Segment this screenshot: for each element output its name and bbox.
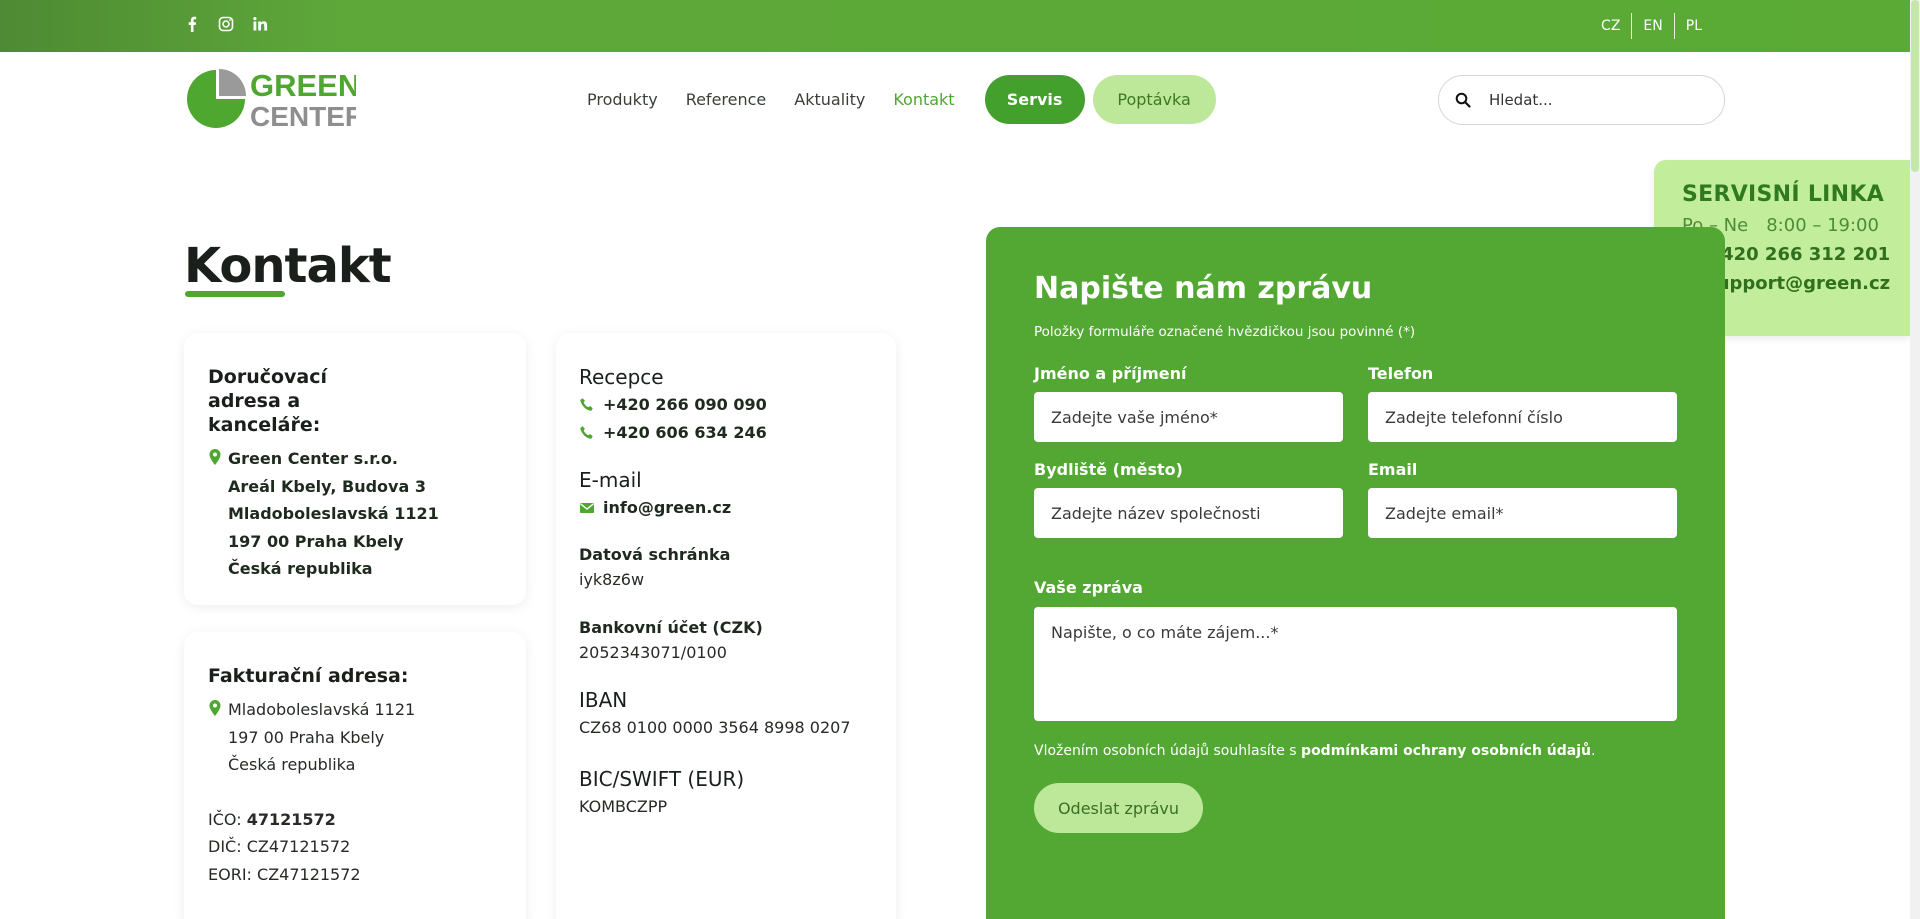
- delivery-line: Česká republika: [228, 559, 373, 578]
- city-input[interactable]: [1034, 488, 1343, 538]
- eori-row: EORI: CZ47121572: [208, 864, 361, 884]
- servis-button[interactable]: Servis: [984, 75, 1085, 124]
- language-switcher: CZ EN PL: [1590, 13, 1713, 39]
- email-input[interactable]: [1368, 488, 1677, 538]
- message-textarea[interactable]: [1034, 607, 1677, 721]
- reception-title: Recepce: [579, 365, 664, 389]
- contact-email[interactable]: info@green.cz: [579, 498, 873, 517]
- form-title: Napište nám zprávu: [1034, 271, 1373, 306]
- envelope-icon: [580, 502, 594, 513]
- ico-value: 47121572: [246, 809, 336, 829]
- search-box: [1438, 75, 1725, 125]
- phone-icon: [580, 425, 593, 439]
- billing-title: Fakturační adresa:: [208, 665, 409, 687]
- billing-line: 197 00 Praha Kbely: [228, 727, 385, 747]
- phone-field-group: Telefon: [1368, 364, 1677, 442]
- consent-end: .: [1590, 743, 1596, 759]
- submit-button[interactable]: Odeslat zprávu: [1034, 783, 1203, 833]
- linkedin-icon[interactable]: [252, 16, 268, 32]
- nav-kontakt[interactable]: Kontakt: [893, 76, 954, 124]
- bank-label: Bankovní účet (CZK): [579, 618, 763, 637]
- name-input[interactable]: [1034, 392, 1343, 442]
- consent-prefix: Vložením osobních údajů souhlasíte s: [1034, 743, 1302, 759]
- green-center-logo[interactable]: GREEN CENTER: [186, 66, 356, 132]
- title-underline: [185, 291, 285, 297]
- billing-address: Mladoboleslavská 1121 197 00 Praha Kbely…: [208, 696, 502, 779]
- page-title: Kontakt: [184, 238, 392, 294]
- location-pin-icon: [209, 700, 221, 716]
- main-nav: Produkty Reference Aktuality Kontakt Ser…: [587, 75, 1216, 124]
- delivery-line: 197 00 Praha Kbely: [228, 531, 404, 551]
- form-fields: Jméno a příjmení Telefon Bydliště (město…: [1034, 364, 1677, 538]
- iban-value: CZ68 0100 0000 3564 8998 0207: [579, 718, 851, 737]
- city-field-group: Bydliště (město): [1034, 460, 1343, 538]
- search-input[interactable]: [1489, 91, 1709, 109]
- lang-pl[interactable]: PL: [1675, 13, 1713, 39]
- logo-green-text: GREEN: [250, 68, 356, 103]
- nav-aktuality[interactable]: Aktuality: [794, 76, 865, 124]
- billing-line: Mladoboleslavská 1121: [228, 700, 416, 719]
- logo-center-text: CENTER: [250, 101, 356, 132]
- service-phone-text: +420 266 312 201: [1706, 244, 1891, 265]
- delivery-address-card: Doručovací adresa a kanceláře: Green Cen…: [184, 333, 526, 605]
- name-field-group: Jméno a příjmení: [1034, 364, 1343, 442]
- databox-value: iyk8z6w: [579, 570, 645, 589]
- city-label: Bydliště (město): [1034, 460, 1183, 479]
- email-title: E-mail: [579, 468, 642, 492]
- reception-phone-2[interactable]: +420 606 634 246: [579, 423, 873, 442]
- delivery-line: Mladoboleslavská 1121: [228, 504, 439, 523]
- billing-line: Česká republika: [228, 755, 356, 774]
- phone-text: +420 266 090 090: [603, 395, 767, 414]
- lang-cz[interactable]: CZ: [1590, 13, 1631, 39]
- lang-en[interactable]: EN: [1632, 13, 1673, 39]
- reception-phone-1[interactable]: +420 266 090 090: [579, 395, 873, 414]
- bic-value: KOMBCZPP: [579, 797, 668, 816]
- scrollbar-thumb[interactable]: [1911, 0, 1919, 172]
- service-time: 8:00 – 19:00: [1766, 215, 1879, 236]
- contacts-card: Recepce +420 266 090 090 +420 606 634 24…: [556, 333, 896, 919]
- dic-row: DIČ: CZ47121572: [208, 837, 351, 856]
- phone-input[interactable]: [1368, 392, 1677, 442]
- top-bar: CZ EN PL: [0, 0, 1910, 52]
- iban-title: IBAN: [579, 688, 628, 712]
- facebook-icon[interactable]: [184, 16, 200, 32]
- message-label: Vaše zpráva: [1034, 578, 1143, 597]
- location-pin-icon: [209, 449, 221, 465]
- nav-reference[interactable]: Reference: [686, 76, 767, 124]
- poptavka-button[interactable]: Poptávka: [1092, 75, 1216, 124]
- bic-title: BIC/SWIFT (EUR): [579, 767, 745, 791]
- billing-address-card: Fakturační adresa: Mladoboleslavská 1121…: [184, 632, 526, 919]
- search-icon: [1455, 92, 1471, 108]
- email-field-group: Email: [1368, 460, 1677, 538]
- email-text: info@green.cz: [603, 498, 732, 517]
- delivery-address: Green Center s.r.o. Areál Kbely, Budova …: [208, 445, 502, 583]
- delivery-line: Green Center s.r.o.: [228, 449, 398, 468]
- phone-text: +420 606 634 246: [603, 423, 767, 442]
- consent-text: Vložením osobních údajů souhlasíte s pod…: [1034, 743, 1677, 759]
- ico-label: IČO:: [208, 809, 247, 829]
- service-email-text: support@green.cz: [1706, 273, 1891, 294]
- email-label: Email: [1368, 460, 1418, 479]
- phone-label: Telefon: [1368, 364, 1434, 383]
- databox-label: Datová schránka: [579, 545, 731, 564]
- delivery-line: Areál Kbely, Budova 3: [228, 476, 426, 496]
- company-ids: IČO: 47121572 DIČ: CZ47121572 EORI: CZ47…: [208, 806, 502, 889]
- delivery-title: Doručovací adresa a kanceláře:: [208, 366, 328, 436]
- privacy-link[interactable]: podmínkami ochrany osobních údajů: [1301, 743, 1591, 759]
- ico-row: IČO: 47121572: [208, 806, 502, 834]
- message-field-group: Vaše zpráva: [1034, 578, 1677, 725]
- contact-form: Napište nám zprávu Položky formuláře ozn…: [986, 227, 1725, 919]
- required-note: Položky formuláře označené hvězdičkou js…: [1034, 324, 1416, 340]
- phone-icon: [580, 397, 593, 411]
- service-title: SERVISNÍ LINKA: [1682, 182, 1885, 207]
- bank-value: 2052343071/0100: [579, 643, 727, 662]
- social-links: [184, 16, 268, 32]
- name-label: Jméno a příjmení: [1034, 364, 1187, 383]
- nav-produkty[interactable]: Produkty: [587, 76, 658, 124]
- instagram-icon[interactable]: [218, 16, 234, 32]
